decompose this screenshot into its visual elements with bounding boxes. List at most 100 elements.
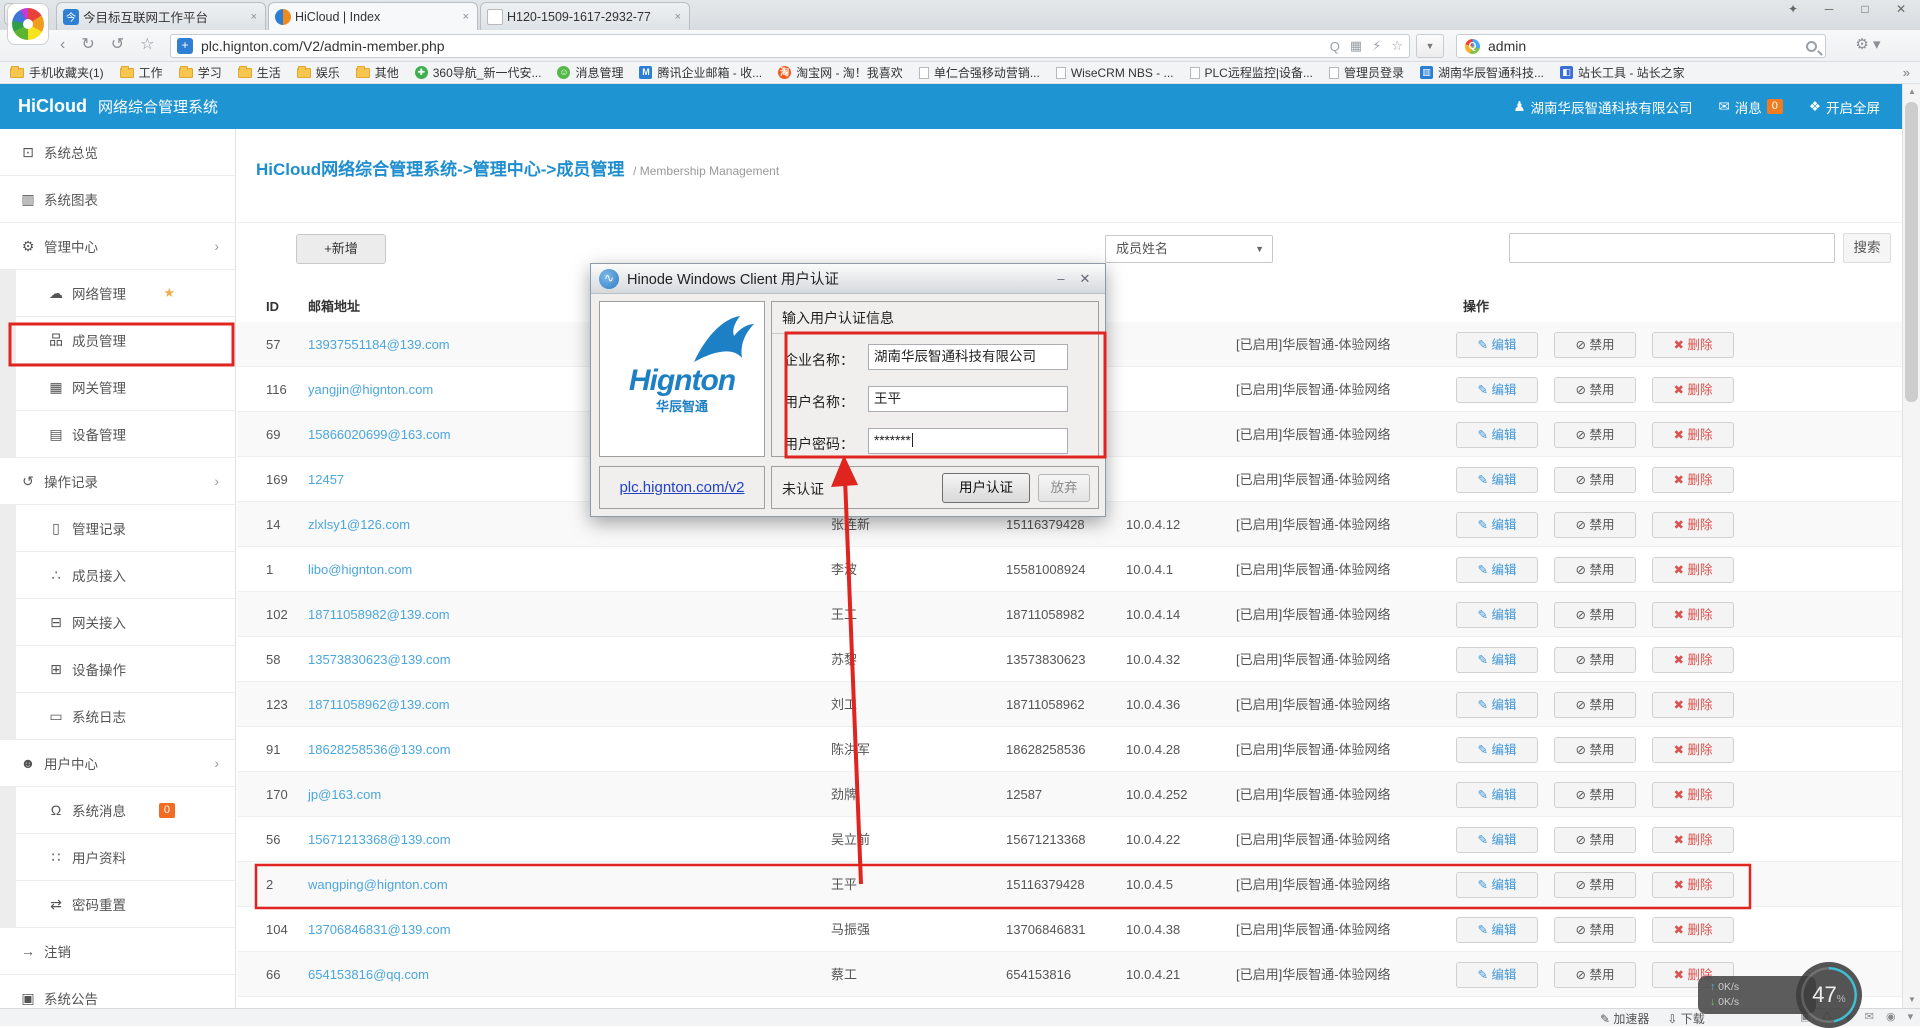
sidebar-item-成员接入[interactable]: ∴成员接入: [0, 552, 235, 599]
delete-button[interactable]: ✖ 删除: [1652, 422, 1734, 448]
sidebar-item-系统日志[interactable]: ▭系统日志: [0, 693, 235, 740]
dialog-title-bar[interactable]: ∿ Hinode Windows Client 用户认证 – ✕: [591, 264, 1105, 294]
sidebar-item-网关接入[interactable]: ⊟网关接入: [0, 599, 235, 646]
edit-button[interactable]: ✎ 编辑: [1456, 782, 1538, 808]
scrollbar-thumb[interactable]: [1905, 102, 1918, 402]
maximize-icon[interactable]: □: [1854, 2, 1876, 16]
bookmark-item[interactable]: 生活: [238, 64, 281, 81]
cell-email-link[interactable]: 654153816@qq.com: [308, 952, 429, 997]
sidebar-item-网络管理[interactable]: ☁网络管理★: [0, 270, 235, 317]
bookmark-item[interactable]: ▥湖南华辰智通科技...: [1420, 64, 1544, 81]
address-dropdown-button[interactable]: ▼: [1416, 34, 1444, 58]
field-input[interactable]: 湖南华辰智通科技有限公司: [868, 344, 1068, 370]
sidebar-item-系统图表[interactable]: ▥系统图表: [0, 176, 235, 223]
bookmark-item[interactable]: 淘淘宝网 - 淘！我喜欢: [778, 64, 903, 81]
minimize-icon[interactable]: ─: [1818, 2, 1840, 16]
undo-icon[interactable]: ↺: [111, 30, 124, 60]
authenticate-button[interactable]: 用户认证: [942, 473, 1030, 503]
cell-email-link[interactable]: 15671213368@139.com: [308, 817, 451, 862]
bookmark-item[interactable]: 娱乐: [297, 64, 340, 81]
cell-email-link[interactable]: wangping@hignton.com: [308, 862, 448, 907]
edit-button[interactable]: ✎ 编辑: [1456, 917, 1538, 943]
hignton-link[interactable]: plc.hignton.com/v2: [619, 479, 744, 496]
page-scrollbar[interactable]: ▲ ▼: [1902, 84, 1920, 1008]
refresh-icon[interactable]: ↻: [81, 30, 94, 60]
zoom-search-icon[interactable]: Q: [1330, 39, 1340, 54]
more-icon[interactable]: ▾: [1908, 1010, 1914, 1023]
edit-button[interactable]: ✎ 编辑: [1456, 377, 1538, 403]
dialog-close-icon[interactable]: ✕: [1073, 271, 1097, 287]
url-text[interactable]: plc.hignton.com/V2/admin-member.php: [201, 38, 1320, 54]
delete-button[interactable]: ✖ 删除: [1652, 872, 1734, 898]
address-bar[interactable]: + plc.hignton.com/V2/admin-member.php Q …: [170, 34, 1410, 58]
lightning-icon[interactable]: ⚡: [1372, 38, 1381, 54]
accelerator-item[interactable]: ✎ 加速器: [1600, 1010, 1649, 1027]
header-messages[interactable]: ✉ 消息 0: [1718, 97, 1782, 117]
sidebar-item-成员管理[interactable]: 品成员管理: [0, 317, 235, 364]
browser-tab[interactable]: HiCloud | Index×: [268, 2, 478, 30]
network-speed-overlay[interactable]: ↑ 0K/s ↓ 0K/s 47%: [1698, 962, 1878, 1026]
delete-button[interactable]: ✖ 删除: [1652, 512, 1734, 538]
cell-email-link[interactable]: zlxlsy1@126.com: [308, 502, 410, 547]
cell-email-link[interactable]: 12457: [308, 457, 344, 502]
delete-button[interactable]: ✖ 删除: [1652, 377, 1734, 403]
bookmark-item[interactable]: ☺消息管理: [557, 64, 623, 81]
edit-button[interactable]: ✎ 编辑: [1456, 557, 1538, 583]
delete-button[interactable]: ✖ 删除: [1652, 467, 1734, 493]
sidebar-item-注销[interactable]: →注销: [0, 928, 235, 975]
delete-button[interactable]: ✖ 删除: [1652, 602, 1734, 628]
delete-button[interactable]: ✖ 删除: [1652, 827, 1734, 853]
disable-button[interactable]: ⊘ 禁用: [1554, 377, 1636, 403]
bookmark-item[interactable]: 工作: [120, 64, 163, 81]
edit-button[interactable]: ✎ 编辑: [1456, 692, 1538, 718]
back-icon[interactable]: ‹: [60, 30, 65, 60]
bookmark-item[interactable]: WiseCRM NBS - ...: [1056, 66, 1174, 80]
delete-button[interactable]: ✖ 删除: [1652, 782, 1734, 808]
favorite-star-icon[interactable]: ☆: [140, 30, 154, 60]
delete-button[interactable]: ✖ 删除: [1652, 332, 1734, 358]
dialog-minimize-icon[interactable]: –: [1049, 271, 1073, 286]
delete-button[interactable]: ✖ 删除: [1652, 917, 1734, 943]
bookmark-item[interactable]: 其他: [356, 64, 399, 81]
cell-email-link[interactable]: libo@hignton.com: [308, 547, 412, 592]
cell-email-link[interactable]: 15866020699@163.com: [308, 412, 451, 457]
sidebar-item-设备操作[interactable]: ⊞设备操作: [0, 646, 235, 693]
disable-button[interactable]: ⊘ 禁用: [1554, 557, 1636, 583]
skin-icon[interactable]: ✦: [1782, 2, 1804, 16]
search-button[interactable]: 搜索: [1843, 233, 1891, 263]
sidebar-item-用户中心[interactable]: ☻用户中心›: [0, 740, 235, 787]
disable-button[interactable]: ⊘ 禁用: [1554, 512, 1636, 538]
scroll-down-icon[interactable]: ▼: [1903, 992, 1920, 1008]
bookmark-item[interactable]: 管理员登录: [1329, 64, 1404, 81]
delete-button[interactable]: ✖ 删除: [1652, 557, 1734, 583]
cell-email-link[interactable]: 13937551184@139.com: [308, 322, 450, 367]
browser-tab[interactable]: 今今目标互联网工作平台×: [56, 2, 266, 30]
scroll-up-icon[interactable]: ▲: [1903, 84, 1920, 100]
delete-button[interactable]: ✖ 删除: [1652, 647, 1734, 673]
edit-button[interactable]: ✎ 编辑: [1456, 737, 1538, 763]
cell-email-link[interactable]: jp@163.com: [308, 772, 381, 817]
sidebar-item-系统总览[interactable]: ⊡系统总览: [0, 129, 235, 176]
header-fullscreen[interactable]: ❖ 开启全屏: [1809, 97, 1880, 117]
cell-email-link[interactable]: 13573830623@139.com: [308, 637, 451, 682]
sidebar-item-管理中心[interactable]: ⚙管理中心›: [0, 223, 235, 270]
sidebar-item-系统消息[interactable]: Ω系统消息0: [0, 787, 235, 834]
bookmark-item[interactable]: 手机收藏夹(1): [10, 64, 104, 81]
field-input[interactable]: 王平: [868, 386, 1068, 412]
giveup-button[interactable]: 放弃: [1038, 474, 1090, 502]
header-company[interactable]: ♟ 湖南华辰智通科技有限公司: [1513, 97, 1692, 117]
cell-email-link[interactable]: 18628258536@139.com: [308, 727, 451, 772]
filter-select[interactable]: 成员姓名 ▼: [1105, 235, 1273, 263]
edit-button[interactable]: ✎ 编辑: [1456, 962, 1538, 988]
cell-email-link[interactable]: 18711058962@139.com: [308, 682, 450, 727]
bookmark-item[interactable]: ✚360导航_新一代安...: [415, 64, 542, 81]
sidebar-item-网关管理[interactable]: ▦网关管理: [0, 364, 235, 411]
delete-button[interactable]: ✖ 删除: [1652, 737, 1734, 763]
tab-close-icon[interactable]: ×: [673, 11, 683, 23]
edit-button[interactable]: ✎ 编辑: [1456, 872, 1538, 898]
edit-button[interactable]: ✎ 编辑: [1456, 647, 1538, 673]
cell-email-link[interactable]: yangjin@hignton.com: [308, 367, 433, 412]
browser-tab[interactable]: H120-1509-1617-2932-77×: [480, 2, 690, 30]
cell-email-link[interactable]: 13706846831@139.com: [308, 907, 451, 952]
record-icon[interactable]: ◉: [1886, 1010, 1896, 1023]
